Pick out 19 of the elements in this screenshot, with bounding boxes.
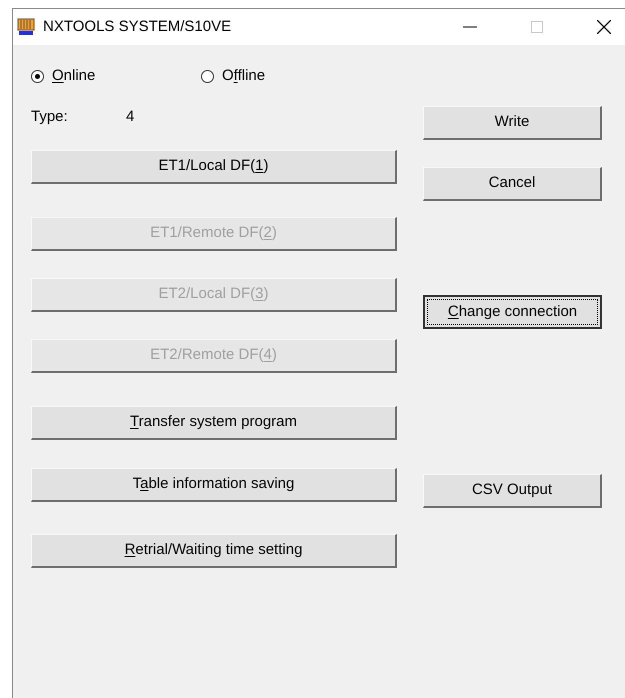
- action-button[interactable]: Cancel: [423, 167, 602, 201]
- action-button[interactable]: Retrial/Waiting time setting: [31, 534, 397, 568]
- window-title: NXTOOLS SYSTEM/S10VE: [43, 16, 232, 37]
- radio-button[interactable]: [201, 70, 214, 82]
- action-button[interactable]: Transfer system program: [31, 406, 397, 440]
- radio-option[interactable]: Online: [31, 64, 201, 88]
- action-button[interactable]: Change connection: [423, 295, 602, 329]
- action-button[interactable]: Write: [423, 106, 602, 140]
- app-icon: [17, 18, 35, 36]
- radio-label: Online: [52, 66, 96, 86]
- close-icon[interactable]: [597, 20, 611, 34]
- radio-button[interactable]: [31, 70, 44, 82]
- type-label: Type:: [31, 106, 69, 127]
- action-button[interactable]: ET1/Local DF(1): [31, 150, 397, 184]
- action-button[interactable]: Table information saving: [31, 468, 397, 502]
- radio-option[interactable]: Offline: [201, 64, 266, 88]
- radio-label: Offline: [222, 66, 266, 86]
- type-value: 4: [126, 106, 134, 127]
- action-button[interactable]: CSV Output: [423, 474, 602, 508]
